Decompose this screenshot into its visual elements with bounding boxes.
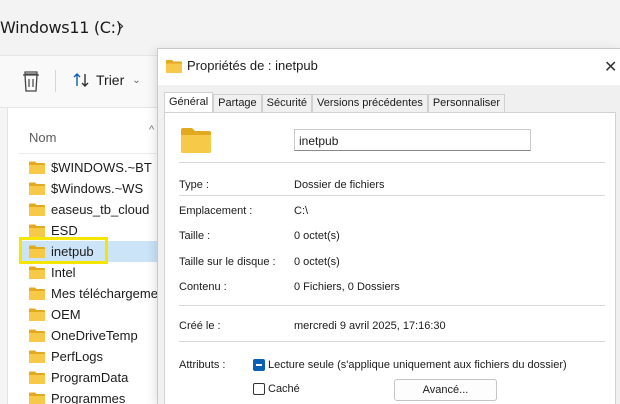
folder-icon bbox=[29, 350, 45, 363]
list-item-label: $Windows.~WS bbox=[51, 181, 144, 196]
list-item[interactable]: OEM bbox=[19, 304, 159, 325]
general-tab-panel: inetpub Type : Dossier de fichiers Empla… bbox=[164, 112, 616, 404]
divider bbox=[179, 195, 605, 196]
tab-previous-versions[interactable]: Versions précédentes bbox=[312, 94, 428, 112]
type-value: Dossier de fichiers bbox=[294, 179, 385, 191]
dialog-titlebar: Propriétés de : inetpub ✕ bbox=[158, 49, 620, 85]
chevron-up-icon[interactable]: ^ bbox=[149, 124, 154, 136]
hidden-checkbox[interactable] bbox=[253, 383, 265, 395]
tab-security[interactable]: Sécurité bbox=[261, 94, 313, 112]
list-item[interactable]: Programmes bbox=[19, 388, 159, 404]
list-item-label: Intel bbox=[51, 265, 76, 280]
navigation-pane[interactable] bbox=[0, 108, 8, 404]
size-value: 0 octet(s) bbox=[294, 230, 340, 242]
folder-icon bbox=[29, 224, 45, 237]
folder-icon bbox=[29, 182, 45, 195]
list-item-label: OneDriveTemp bbox=[51, 328, 138, 343]
tab-sharing[interactable]: Partage bbox=[213, 94, 262, 112]
folder-icon bbox=[29, 287, 45, 300]
contents-value: 0 Fichiers, 0 Dossiers bbox=[294, 281, 400, 293]
close-icon[interactable]: ✕ bbox=[604, 57, 617, 76]
list-item[interactable]: easeus_tb_cloud bbox=[19, 199, 159, 220]
folder-icon bbox=[29, 266, 45, 279]
folder-icon bbox=[29, 371, 45, 384]
type-label: Type : bbox=[179, 179, 209, 191]
disk-size-label: Taille sur le disque : bbox=[179, 256, 276, 268]
list-item-label: Programmes bbox=[51, 391, 126, 404]
created-label: Créé le : bbox=[179, 320, 221, 332]
contents-label: Contenu : bbox=[179, 281, 227, 293]
hidden-label[interactable]: Caché bbox=[268, 383, 300, 395]
list-item[interactable]: Intel bbox=[19, 262, 159, 283]
tab-strip: Général Partage Sécurité Versions précéd… bbox=[164, 92, 506, 113]
folder-icon bbox=[29, 308, 45, 321]
list-item[interactable]: $WINDOWS.~BT bbox=[19, 157, 159, 178]
location-label: Emplacement : bbox=[179, 205, 253, 217]
list-item-label: PerfLogs bbox=[51, 349, 104, 364]
list-item-label: ProgramData bbox=[51, 370, 129, 385]
list-item[interactable]: PerfLogs bbox=[19, 346, 159, 367]
sort-button[interactable]: Trier ⌄ bbox=[72, 68, 141, 92]
header-divider bbox=[19, 153, 159, 154]
tab-general[interactable]: Général bbox=[164, 92, 214, 113]
folder-icon bbox=[29, 203, 45, 216]
dialog-title: Propriétés de : inetpub bbox=[187, 58, 318, 73]
list-item-label: easeus_tb_cloud bbox=[51, 202, 150, 217]
divider bbox=[179, 341, 605, 342]
list-item[interactable]: OneDriveTemp bbox=[19, 325, 159, 346]
column-header-name[interactable]: Nom bbox=[29, 130, 56, 145]
tab-customize[interactable]: Personnaliser bbox=[427, 94, 506, 112]
folder-icon bbox=[29, 161, 45, 174]
list-item-label: Mes téléchargements bbox=[51, 286, 159, 301]
location-value: C:\ bbox=[294, 205, 309, 217]
list-item[interactable]: Mes téléchargements bbox=[19, 283, 159, 304]
list-item[interactable]: ProgramData bbox=[19, 367, 159, 388]
folder-icon bbox=[29, 392, 45, 404]
folder-icon bbox=[29, 329, 45, 342]
list-item-label: $WINDOWS.~BT bbox=[51, 160, 152, 175]
folder-icon bbox=[181, 128, 211, 153]
toolbar-divider bbox=[55, 70, 56, 92]
folder-name-input[interactable]: inetpub bbox=[294, 129, 531, 151]
sort-label: Trier bbox=[96, 72, 125, 88]
sort-icon bbox=[73, 73, 89, 87]
divider bbox=[179, 305, 605, 306]
created-value: mercredi 9 avril 2025, 17:16:30 bbox=[294, 320, 446, 332]
properties-dialog: Propriétés de : inetpub ✕ Général Partag… bbox=[157, 48, 620, 404]
disk-size-value: 0 octet(s) bbox=[294, 256, 340, 268]
chevron-down-icon: ⌄ bbox=[132, 74, 141, 86]
list-item-label: OEM bbox=[51, 307, 81, 322]
divider bbox=[179, 162, 605, 163]
readonly-checkbox[interactable] bbox=[253, 359, 265, 371]
chevron-right-icon[interactable]: › bbox=[118, 16, 124, 35]
trash-icon[interactable] bbox=[20, 68, 42, 94]
selection-highlight bbox=[19, 237, 108, 264]
advanced-button[interactable]: Avancé... bbox=[394, 379, 497, 401]
breadcrumb-drive[interactable]: Windows11 (C:) bbox=[0, 18, 122, 37]
list-item-label: ESD bbox=[51, 223, 78, 238]
attributes-label: Attributs : bbox=[179, 359, 226, 371]
folder-icon bbox=[166, 60, 182, 73]
list-item[interactable]: $Windows.~WS bbox=[19, 178, 159, 199]
readonly-label[interactable]: Lecture seule (s'applique uniquement aux… bbox=[268, 359, 567, 371]
size-label: Taille : bbox=[179, 230, 211, 242]
